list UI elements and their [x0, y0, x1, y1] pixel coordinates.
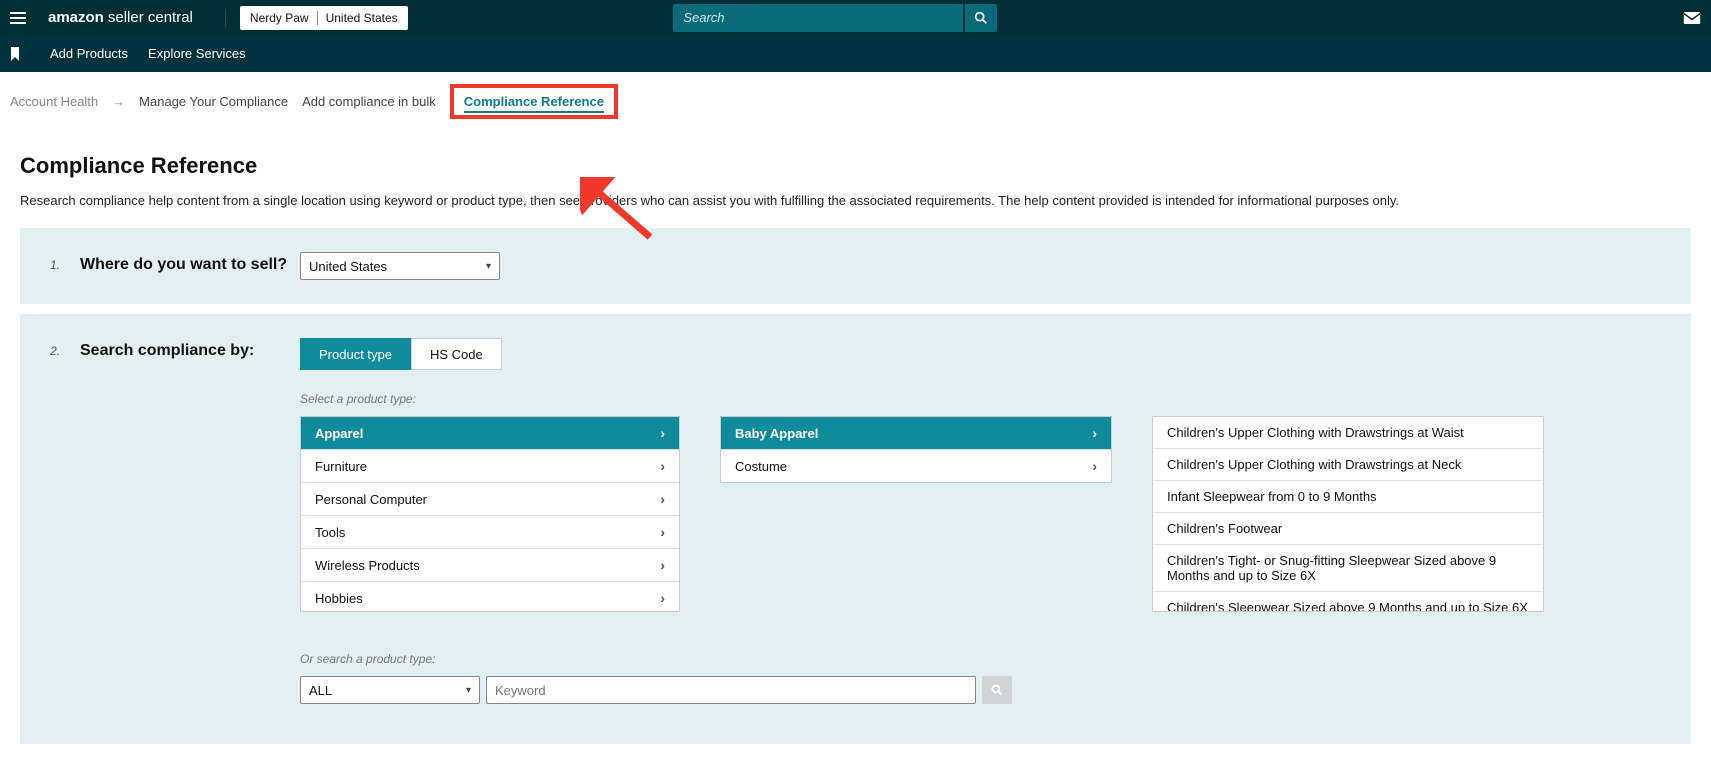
logo-text-amazon: amazon	[48, 9, 104, 26]
breadcrumb-root[interactable]: Account Health	[10, 94, 98, 109]
page-content: Compliance Reference Research compliance…	[0, 131, 1711, 764]
list-item[interactable]: Children's Sleepwear Sized above 9 Month…	[1153, 592, 1543, 612]
search-button[interactable]	[965, 4, 997, 32]
marketplace-select[interactable]: United States ▾	[300, 252, 500, 280]
chevron-right-icon: ›	[660, 524, 665, 540]
bookmark-icon[interactable]	[10, 47, 20, 61]
mail-icon[interactable]	[1263, 11, 1701, 25]
account-switcher[interactable]: Nerdy Paw United States	[240, 6, 408, 30]
list-item[interactable]: Apparel›	[301, 417, 679, 450]
search-product-hint: Or search a product type:	[300, 652, 1661, 666]
product-search-row: ALL ▾	[300, 676, 1661, 704]
step-1-section: 1. Where do you want to sell? United Sta…	[20, 228, 1691, 304]
list-item[interactable]: Children's Upper Clothing with Drawstrin…	[1153, 449, 1543, 481]
divider	[225, 9, 226, 27]
chevron-right-icon: ›	[660, 590, 665, 606]
logo[interactable]: amazon seller central	[48, 9, 193, 26]
logo-text-seller: seller central	[108, 9, 193, 26]
category-column-2: Baby Apparel› Costume›	[720, 416, 1112, 612]
list-item[interactable]: Children's Footwear	[1153, 513, 1543, 545]
filter-category-value: ALL	[309, 683, 332, 698]
tab-compliance-reference[interactable]: Compliance Reference	[464, 94, 604, 113]
list-item[interactable]: Baby Apparel›	[721, 417, 1111, 450]
search-icon	[990, 683, 1004, 697]
menubar: Add Products Explore Services	[0, 35, 1711, 72]
page-description: Research compliance help content from a …	[20, 193, 1691, 208]
page-title: Compliance Reference	[20, 153, 1691, 179]
list-item[interactable]: Infant Sleepwear from 0 to 9 Months	[1153, 481, 1543, 513]
account-region: United States	[326, 11, 398, 25]
search-input[interactable]	[673, 4, 963, 32]
keyword-search-button[interactable]	[982, 676, 1012, 704]
breadcrumb-tabs: Account Health → Manage Your Compliance …	[0, 72, 1711, 131]
annotation-highlight-box: Compliance Reference	[450, 84, 618, 119]
list-item[interactable]: Furniture›	[301, 450, 679, 483]
search-wrap	[673, 4, 997, 32]
list-item[interactable]: Hobbies›	[301, 582, 679, 612]
step-2-number: 2.	[50, 338, 80, 704]
search-mode-toggle: Product type HS Code	[300, 338, 1661, 370]
menu-explore-services[interactable]: Explore Services	[148, 46, 246, 61]
list-item[interactable]: Wireless Products›	[301, 549, 679, 582]
list-item[interactable]: Children's Tight- or Snug-fitting Sleepw…	[1153, 545, 1543, 592]
chevron-right-icon: ›	[660, 491, 665, 507]
list-item[interactable]: Personal Computer›	[301, 483, 679, 516]
category-listbox-1[interactable]: Apparel› Furniture› Personal Computer› T…	[300, 416, 680, 612]
menu-add-products[interactable]: Add Products	[50, 46, 128, 61]
keyword-input[interactable]	[486, 676, 976, 704]
chevron-right-icon: ›	[660, 425, 665, 441]
step-1-number: 1.	[50, 252, 80, 280]
filter-category-select[interactable]: ALL ▾	[300, 676, 480, 704]
chevron-right-icon: ›	[1092, 425, 1097, 441]
select-product-hint: Select a product type:	[300, 392, 1661, 406]
account-name: Nerdy Paw	[250, 11, 309, 25]
chevron-right-icon: ›	[1092, 458, 1097, 474]
step-2-section: 2. Search compliance by: Product type HS…	[20, 314, 1691, 744]
step-1-label: Where do you want to sell?	[80, 252, 300, 280]
chevron-right-icon: ›	[660, 458, 665, 474]
step-2-label: Search compliance by:	[80, 338, 300, 704]
chevron-down-icon: ▾	[466, 685, 471, 696]
topbar: amazon seller central Nerdy Paw United S…	[0, 0, 1711, 35]
list-item[interactable]: Tools›	[301, 516, 679, 549]
category-listbox-3[interactable]: Children's Upper Clothing with Drawstrin…	[1152, 416, 1544, 612]
list-item[interactable]: Children's Upper Clothing with Drawstrin…	[1153, 417, 1543, 449]
hamburger-menu-icon[interactable]	[10, 8, 30, 28]
tab-manage-compliance[interactable]: Manage Your Compliance	[139, 94, 288, 109]
product-type-browser: Apparel› Furniture› Personal Computer› T…	[300, 416, 1661, 612]
chevron-down-icon: ▾	[486, 261, 491, 272]
toggle-product-type[interactable]: Product type	[300, 338, 411, 370]
search-icon	[973, 10, 989, 26]
toggle-hs-code[interactable]: HS Code	[411, 338, 502, 370]
chevron-right-icon: →	[112, 94, 125, 109]
tab-add-bulk[interactable]: Add compliance in bulk	[302, 94, 436, 109]
chevron-right-icon: ›	[660, 557, 665, 573]
category-listbox-2[interactable]: Baby Apparel› Costume›	[720, 416, 1112, 483]
list-item[interactable]: Costume›	[721, 450, 1111, 482]
category-column-1: Apparel› Furniture› Personal Computer› T…	[300, 416, 680, 612]
marketplace-value: United States	[309, 259, 387, 274]
category-column-3: Children's Upper Clothing with Drawstrin…	[1152, 416, 1544, 612]
